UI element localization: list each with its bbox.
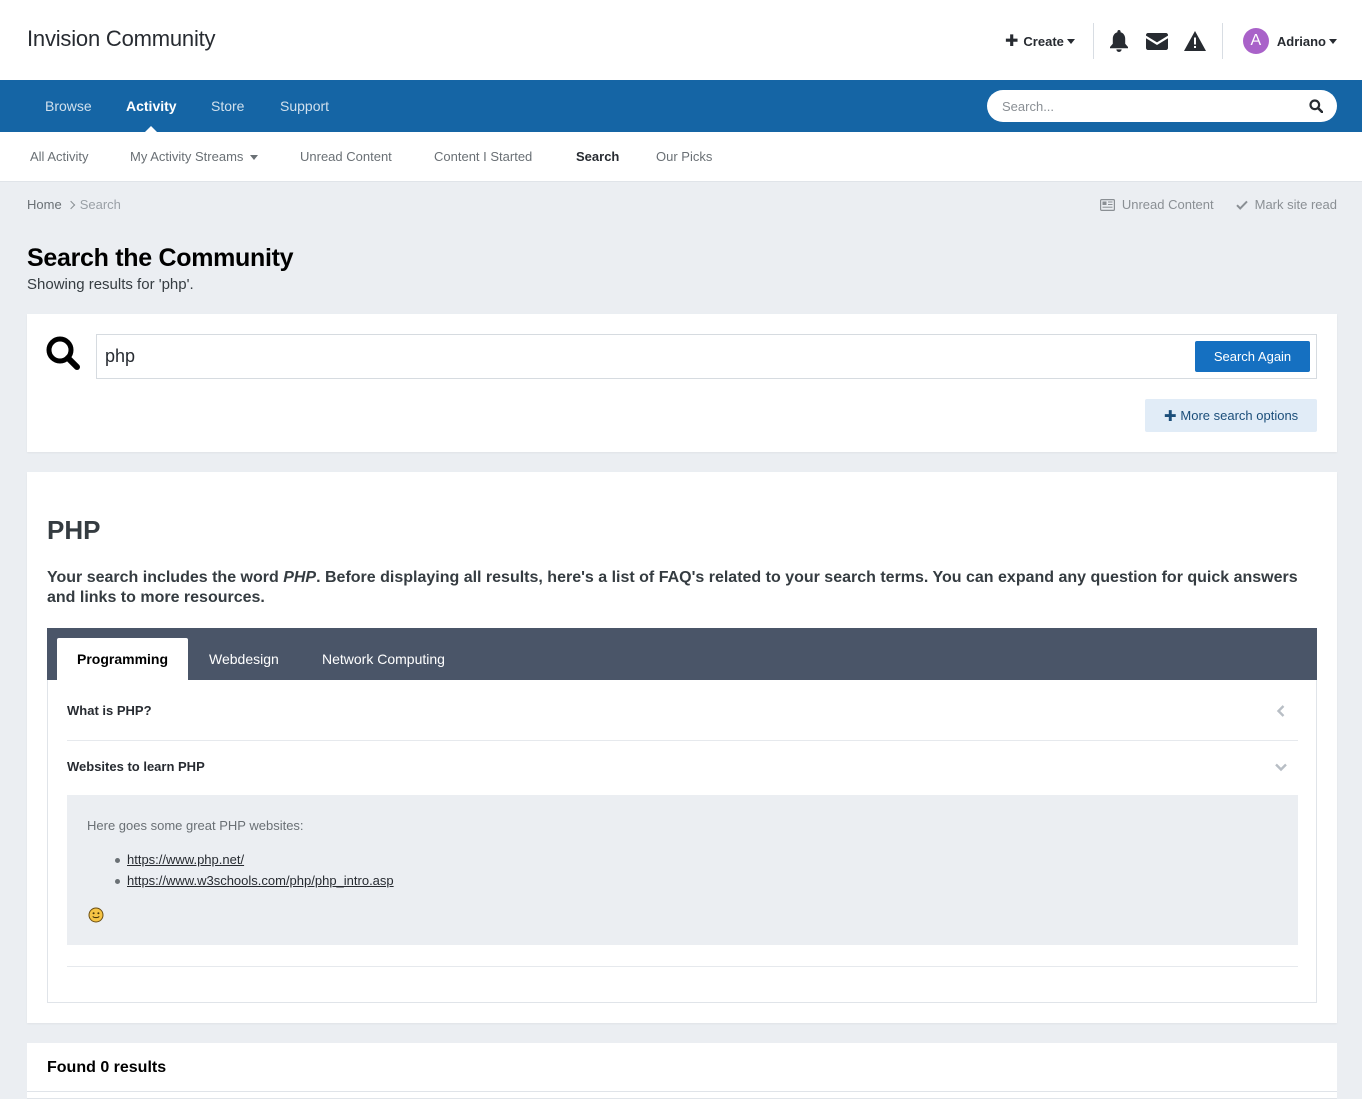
- subnav-label: My Activity Streams: [130, 149, 244, 164]
- faq-intro-word: PHP: [283, 569, 317, 586]
- newspaper-icon: [1099, 198, 1115, 211]
- smiley-icon: [88, 907, 104, 923]
- unread-content-link[interactable]: Unread Content: [1099, 197, 1214, 212]
- results-panel: Found 0 results: [27, 1043, 1337, 1099]
- primary-nav: Browse Activity Store Support: [0, 80, 1362, 132]
- nav-item-support[interactable]: Support: [280, 80, 329, 132]
- global-search: [987, 90, 1337, 122]
- caret-down-icon: [250, 155, 259, 161]
- chevron-right-icon: [66, 200, 75, 209]
- list-item: https://www.w3schools.com/php/php_intro.…: [87, 870, 394, 891]
- tab-bar: Programming Webdesign Network Computing: [47, 628, 1317, 680]
- results-title: Found 0 results: [47, 1059, 167, 1076]
- search-again-button[interactable]: Search Again: [1195, 341, 1310, 372]
- caret-down-icon: [1329, 38, 1337, 44]
- username: Adriano: [1276, 33, 1326, 49]
- page-subtitle: Showing results for 'php'.: [27, 276, 194, 293]
- answer-link[interactable]: https://www.w3schools.com/php/php_intro.…: [127, 873, 394, 888]
- search-icon[interactable]: [1309, 99, 1324, 114]
- unread-content-label: Unread Content: [1121, 197, 1214, 212]
- caret-down-icon: [1066, 38, 1075, 44]
- nav-item-store[interactable]: Store: [211, 80, 244, 132]
- subnav-content-i-started[interactable]: Content I Started: [434, 132, 532, 182]
- bell-icon[interactable]: [1100, 22, 1138, 60]
- subnav-my-activity-streams[interactable]: My Activity Streams: [130, 132, 259, 182]
- avatar: A: [1242, 28, 1269, 54]
- faq-answer: Here goes some great PHP websites: https…: [67, 795, 1298, 945]
- breadcrumb-current: Search: [79, 197, 121, 212]
- tab-network-computing[interactable]: Network Computing: [302, 638, 465, 680]
- tab-programming[interactable]: Programming: [57, 638, 189, 680]
- subnav-our-picks[interactable]: Our Picks: [656, 132, 712, 182]
- faq-question[interactable]: What is PHP?: [67, 703, 1298, 718]
- check-icon: [1235, 200, 1248, 210]
- create-button[interactable]: ✚ Create: [1005, 31, 1075, 51]
- user-bar: ✚ Create A Adriano: [1005, 22, 1337, 60]
- site-title[interactable]: Invision Community: [27, 26, 216, 52]
- subnav-all-activity[interactable]: All Activity: [30, 132, 89, 182]
- notification-icons: [1100, 22, 1214, 60]
- plus-icon: ✚: [1005, 33, 1019, 50]
- divider: [1221, 23, 1223, 59]
- answer-link-list: https://www.php.net/ https://www.w3schoo…: [87, 849, 394, 891]
- faq-heading: PHP: [47, 515, 101, 545]
- more-options-label: More search options: [1180, 408, 1299, 423]
- faq-intro: Your search includes the word PHP. Befor…: [47, 568, 1317, 608]
- subnav-search[interactable]: Search: [576, 132, 619, 182]
- nav-item-browse[interactable]: Browse: [45, 80, 92, 132]
- chevron-down-icon[interactable]: [1274, 760, 1288, 774]
- page-title: Search the Community: [27, 244, 294, 272]
- mark-site-read-link[interactable]: Mark site read: [1235, 197, 1337, 212]
- divider: [67, 966, 1298, 967]
- chevron-left-icon[interactable]: [1274, 704, 1288, 718]
- faq-panel: PHP Your search includes the word PHP. B…: [27, 472, 1337, 1023]
- more-search-options-button[interactable]: ✚ More search options: [1145, 399, 1317, 432]
- breadcrumb: Home Search: [27, 197, 121, 212]
- subnav-unread-content[interactable]: Unread Content: [300, 132, 392, 182]
- answer-link[interactable]: https://www.php.net/: [127, 852, 244, 867]
- search-panel: Search Again ✚ More search options: [27, 314, 1337, 452]
- faq-question-item[interactable]: Websites to learn PHP: [67, 759, 1298, 774]
- nav-item-activity[interactable]: Activity: [126, 80, 177, 132]
- search-query-box: Search Again: [96, 334, 1317, 379]
- breadcrumb-home[interactable]: Home: [27, 197, 62, 212]
- secondary-nav: All Activity My Activity Streams Unread …: [0, 132, 1362, 182]
- search-query-input[interactable]: [105, 335, 1185, 378]
- search-icon: [45, 335, 81, 371]
- nav-item-label: Activity: [126, 98, 177, 114]
- global-search-input[interactable]: [1002, 90, 1292, 122]
- site-header: Invision Community ✚ Create A Adriano: [0, 0, 1362, 80]
- create-label: Create: [1023, 33, 1064, 49]
- plus-icon: ✚: [1163, 407, 1177, 425]
- faq-question-item[interactable]: What is PHP?: [67, 703, 1298, 718]
- faq-question[interactable]: Websites to learn PHP: [67, 759, 1298, 774]
- mark-site-read-label: Mark site read: [1254, 197, 1337, 212]
- tab-webdesign[interactable]: Webdesign: [189, 638, 299, 680]
- faq-intro-before: Your search includes the word: [47, 569, 284, 586]
- divider: [1092, 23, 1094, 59]
- divider: [27, 1091, 1337, 1092]
- envelope-icon[interactable]: [1138, 22, 1176, 60]
- warning-icon[interactable]: [1176, 22, 1214, 60]
- answer-intro: Here goes some great PHP websites:: [87, 818, 304, 833]
- divider: [67, 740, 1298, 741]
- user-menu[interactable]: A Adriano: [1242, 28, 1337, 54]
- page-actions: Unread Content Mark site read: [1078, 197, 1337, 212]
- list-item: https://www.php.net/: [87, 849, 394, 870]
- faq-tabs: Programming Webdesign Network Computing …: [47, 628, 1317, 1003]
